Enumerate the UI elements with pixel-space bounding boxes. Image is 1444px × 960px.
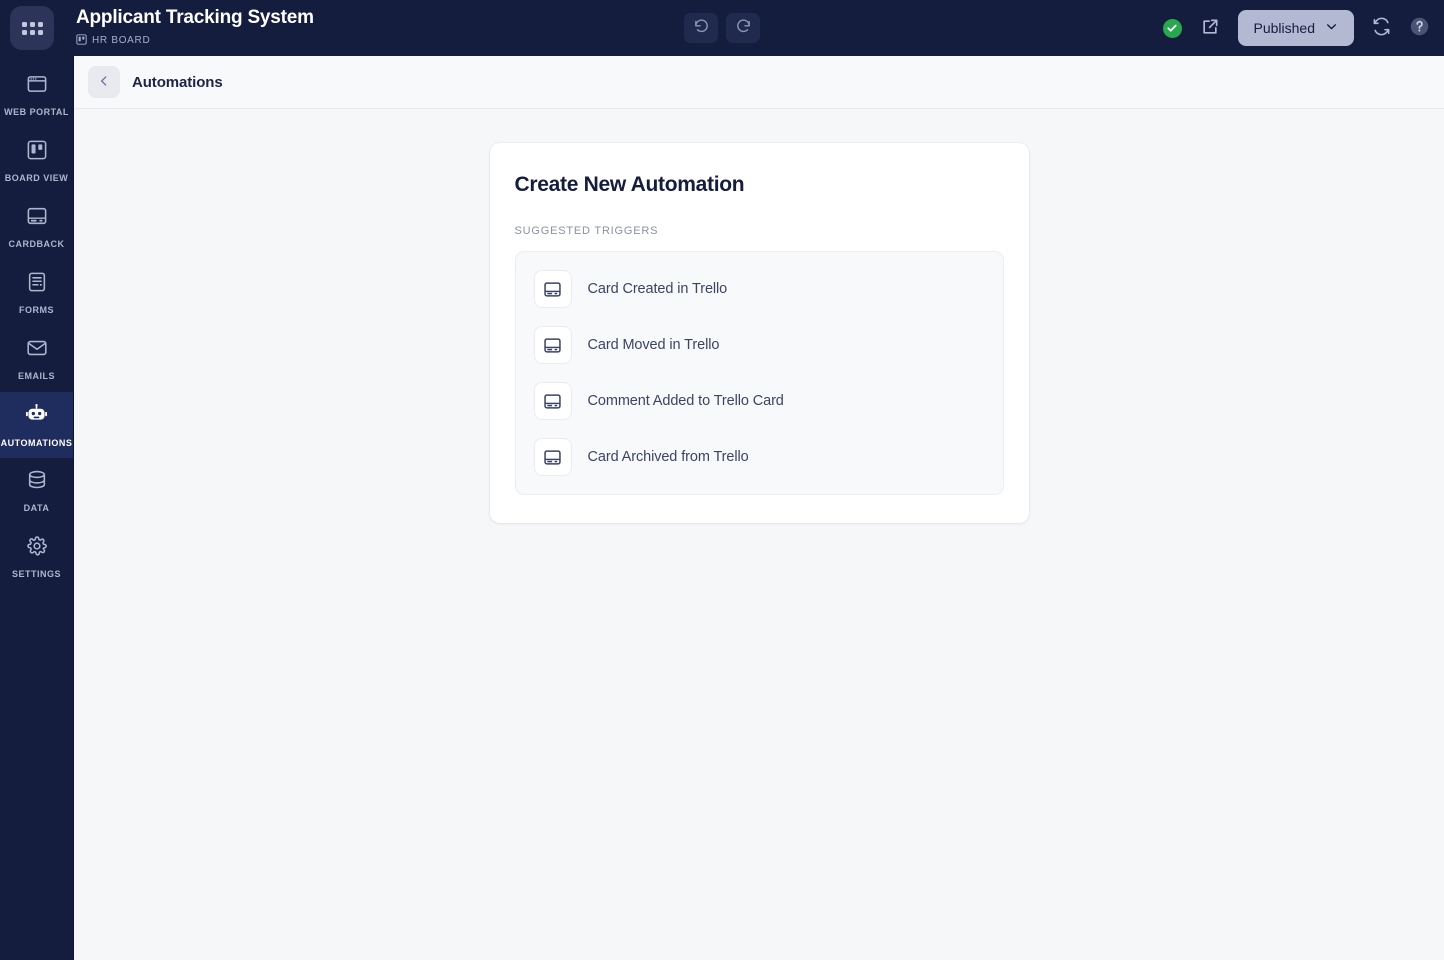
refresh-button[interactable] [1372,17,1391,39]
open-external-button[interactable] [1200,17,1220,40]
sidebar-item-web-portal[interactable]: WEB PORTAL [0,62,73,128]
trello-board-icon [26,139,48,166]
body: WEB PORTAL BOARD VIEW CARDBACK FORMS EMA… [0,56,1444,960]
publish-status-label: Published [1253,20,1316,36]
redo-icon [735,18,752,38]
trigger-option-label: Card Moved in Trello [587,337,720,353]
card-back-icon [533,382,572,420]
redo-button[interactable] [726,13,760,43]
browser-window-icon [26,73,48,100]
trigger-option-label: Card Created in Trello [587,281,728,297]
chevron-left-icon [97,74,111,91]
apps-grid-icon [21,21,43,35]
sidebar-item-emails[interactable]: EMAILS [0,326,73,392]
refresh-icon [1372,17,1391,39]
robot-icon [25,403,48,431]
create-automation-panel: Create New Automation SUGGESTED TRIGGERS [489,143,1029,523]
history-tools [684,13,760,43]
apps-grid-button[interactable] [10,6,54,50]
trigger-option-label: Card Archived from Trello [587,449,749,465]
external-link-icon [1200,17,1220,40]
breadcrumb: Automations [74,56,1444,109]
sidebar-item-data[interactable]: DATA [0,458,73,524]
panel-title: Create New Automation [514,173,745,196]
sidebar-item-label: BOARD VIEW [4,173,69,183]
chevron-down-icon [1325,20,1338,36]
board-name: HR BOARD [92,34,151,46]
sidebar-item-label: WEB PORTAL [4,107,69,117]
page-title: Automations [132,73,223,91]
card-back-icon [26,205,48,232]
undo-button[interactable] [684,13,718,43]
publish-status-button[interactable]: Published [1237,10,1354,46]
suggested-triggers-label: SUGGESTED TRIGGERS [514,225,659,237]
card-back-icon [533,438,572,476]
top-bar-actions: Published [1162,10,1431,46]
card-back-icon [533,326,572,364]
envelope-icon [26,337,48,364]
sidebar-item-label: SETTINGS [11,569,61,579]
app-title-block: Applicant Tracking System HR BOARD [76,7,314,50]
sidebar-item-label: CARDBACK [8,239,65,249]
sidebar-item-label: AUTOMATIONS [0,437,73,448]
database-icon [26,469,48,496]
main-content: Automations Create New Automation SUGGES… [74,56,1444,960]
trigger-option-card-moved[interactable]: Card Moved in Trello [526,317,993,373]
content-area: Create New Automation SUGGESTED TRIGGERS [74,109,1444,960]
help-circle-icon [1409,16,1430,40]
trigger-option-comment-added[interactable]: Comment Added to Trello Card [526,373,993,429]
card-back-icon [533,270,572,308]
sidebar-item-forms[interactable]: FORMS [0,260,73,326]
top-bar: Applicant Tracking System HR BOARD Publi… [0,0,1444,56]
sidebar-item-label: FORMS [19,305,54,315]
sidebar-item-settings[interactable]: SETTINGS [0,524,73,590]
app-title: Applicant Tracking System [76,6,314,28]
sidebar: WEB PORTAL BOARD VIEW CARDBACK FORMS EMA… [0,56,74,960]
sidebar-item-label: DATA [23,503,50,513]
suggested-triggers-list: Card Created in Trello Card Moved in Tre… [514,251,1004,495]
trigger-option-card-created[interactable]: Card Created in Trello [526,261,993,317]
sidebar-item-label: EMAILS [17,371,55,381]
back-button[interactable] [88,66,120,98]
check-circle-icon [1162,18,1182,38]
board-badge: HR BOARD [76,32,314,50]
trello-board-icon [76,32,87,50]
sidebar-item-automations[interactable]: AUTOMATIONS [0,392,73,458]
trigger-option-label: Comment Added to Trello Card [587,393,784,409]
help-button[interactable] [1409,16,1430,40]
undo-icon [693,18,710,38]
trigger-option-card-archived[interactable]: Card Archived from Trello [526,429,993,485]
sidebar-item-cardback[interactable]: CARDBACK [0,194,73,260]
gear-icon [26,535,48,562]
form-document-icon [26,271,48,298]
sidebar-item-board-view[interactable]: BOARD VIEW [0,128,73,194]
